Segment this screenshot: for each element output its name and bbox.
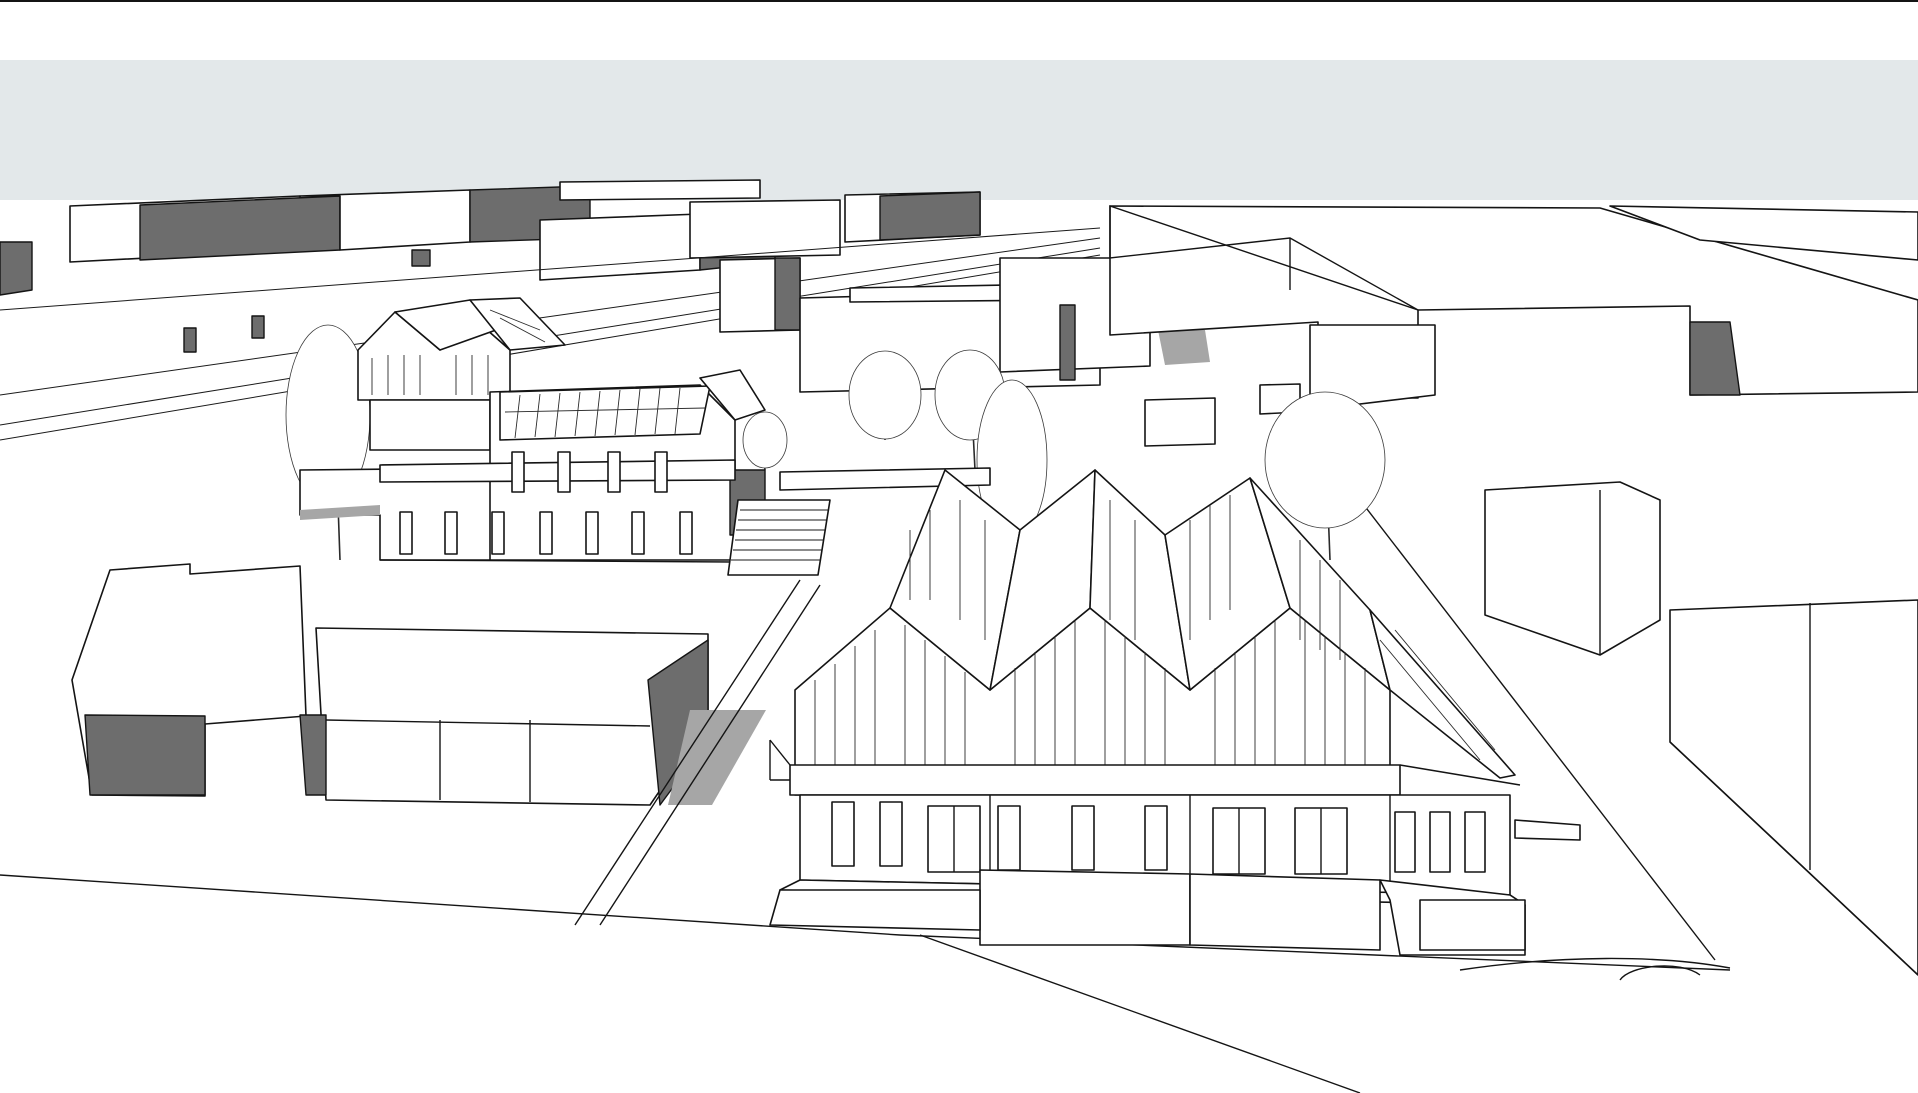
tree-mid-1 <box>848 350 922 440</box>
model-viewport[interactable] <box>0 0 1918 1093</box>
